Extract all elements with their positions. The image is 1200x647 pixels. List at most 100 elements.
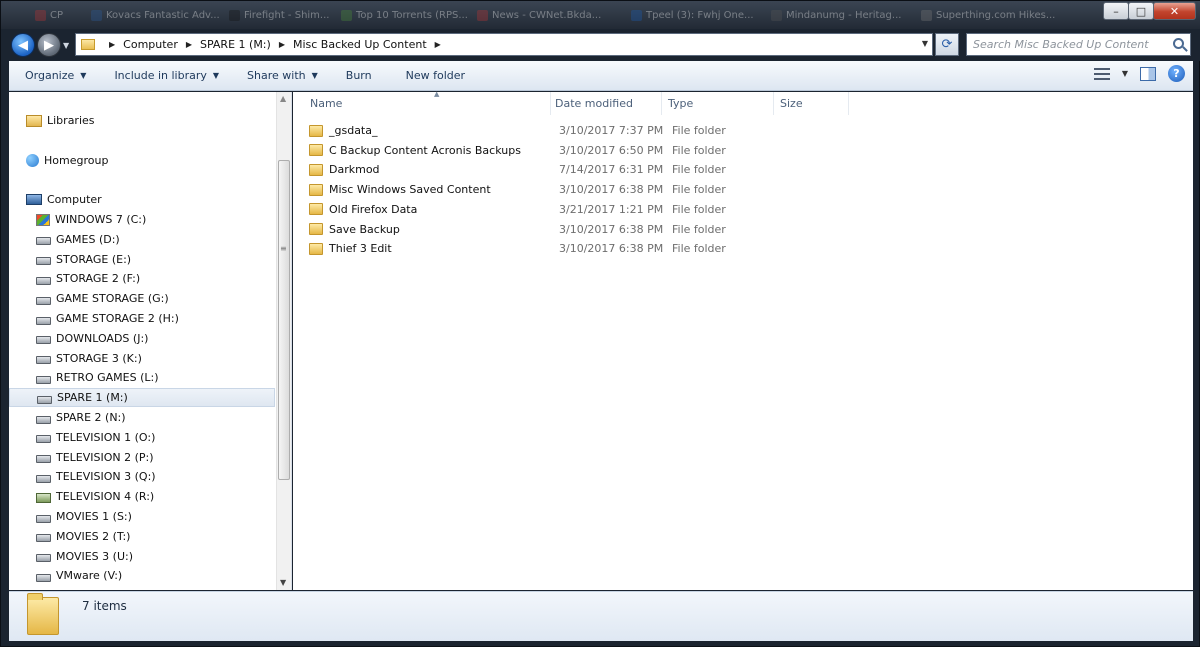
sidebar-item-drive[interactable]: GAMES (D:) — [36, 230, 120, 249]
column-header-name[interactable]: Name ▲ — [304, 90, 551, 115]
background-tab-label: Firefight - Shim... — [244, 9, 330, 21]
sidebar-item-drive[interactable]: VMware (V:) — [36, 566, 122, 585]
sidebar-item-drive[interactable]: WINDOWS 7 (C:) — [36, 210, 146, 229]
change-view-icon[interactable] — [1093, 67, 1110, 80]
drive-icon — [36, 296, 51, 305]
column-label: Name — [310, 97, 343, 110]
search-input[interactable] — [973, 38, 1163, 51]
file-date: 3/10/2017 6:38 PM — [559, 242, 664, 256]
folder-icon — [309, 124, 323, 137]
file-type: File folder — [672, 143, 726, 157]
recent-pages-chevron-icon[interactable]: ▼ — [63, 41, 69, 50]
folder-icon — [309, 223, 323, 235]
sidebar-item-drive[interactable]: TELEVISION 1 (O:) — [36, 428, 155, 447]
breadcrumb-chevron-icon[interactable]: ▶ — [186, 40, 192, 49]
drive-icon — [36, 316, 51, 325]
sidebar-item-drive[interactable]: STORAGE (E:) — [36, 250, 131, 269]
list-item[interactable]: Save Backup 3/10/2017 6:38 PM File folder — [309, 220, 869, 239]
file-name: _gsdata_ — [329, 124, 378, 137]
sidebar-item-drive[interactable]: TELEVISION 4 (R:) — [36, 487, 154, 506]
background-tab-label: Superthing.com Hikes... — [936, 9, 1056, 21]
sidebar-item-drive[interactable]: DOWNLOADS (J:) — [36, 329, 148, 348]
new-folder-button[interactable]: New folder — [398, 65, 473, 87]
caption-buttons: – □ ✕ — [1103, 2, 1196, 20]
sidebar-item-drive[interactable]: MOVIES 2 (T:) — [36, 527, 130, 546]
file-type: File folder — [672, 242, 726, 256]
sidebar-item-label: STORAGE 2 (F:) — [56, 272, 141, 286]
forward-button[interactable]: ▶ — [37, 33, 61, 57]
column-header-type[interactable]: Type — [662, 92, 774, 115]
details-pane: 7 items — [9, 591, 1193, 641]
sidebar-item-computer[interactable]: Computer — [26, 190, 102, 209]
list-item[interactable]: C Backup Content Acronis Backups 3/10/201… — [309, 141, 869, 160]
list-item[interactable]: _gsdata_ 3/10/2017 7:37 PM File folder — [309, 121, 869, 140]
minimize-button[interactable]: – — [1103, 2, 1129, 20]
tab-favicon-icon — [771, 9, 782, 21]
views-chevron-icon[interactable]: ▼ — [1122, 69, 1128, 78]
sidebar-item-label: SPARE 1 (M:) — [57, 391, 128, 405]
background-tab: CP — [35, 7, 85, 23]
breadcrumb-label: Computer — [123, 38, 178, 51]
breadcrumb-chevron-icon[interactable]: ▶ — [109, 40, 115, 49]
sidebar-item-label: RETRO GAMES (L:) — [56, 371, 159, 385]
sidebar-item-homegroup[interactable]: Homegroup — [26, 151, 108, 170]
breadcrumb-chevron-icon[interactable]: ▶ — [279, 40, 285, 49]
close-button[interactable]: ✕ — [1153, 2, 1196, 20]
sidebar-item-libraries[interactable]: Libraries — [26, 111, 95, 130]
sidebar-item-drive[interactable]: STORAGE 2 (F:) — [36, 269, 140, 288]
sidebar-item-drive[interactable]: GAME STORAGE 2 (H:) — [36, 309, 179, 328]
column-label: Date modified — [555, 97, 633, 110]
file-date: 7/14/2017 6:31 PM — [559, 163, 664, 177]
command-bar: Organize ▼ Include in library ▼ Share with… — [9, 61, 1193, 91]
sidebar-item-label: TELEVISION 2 (P:) — [56, 450, 154, 464]
scroll-thumb[interactable] — [278, 160, 290, 480]
drive-icon — [36, 554, 51, 563]
breadcrumb-item[interactable]: Computer ▶ — [123, 38, 200, 51]
sidebar-item-drive[interactable]: TELEVISION 3 (Q:) — [36, 467, 156, 486]
drive-icon — [36, 336, 51, 345]
file-name: Save Backup — [329, 222, 400, 236]
column-header-date[interactable]: Date modified — [549, 92, 662, 115]
organize-button[interactable]: Organize ▼ — [17, 65, 94, 87]
column-header-size[interactable]: Size — [774, 92, 849, 115]
refresh-button[interactable]: ⟳ — [935, 33, 959, 56]
windows-drive-icon — [36, 213, 50, 226]
tab-favicon-icon — [631, 9, 642, 21]
list-item[interactable]: Old Firefox Data 3/21/2017 1:21 PM File fo… — [309, 200, 869, 219]
libraries-icon — [26, 114, 42, 127]
sidebar-item-drive[interactable]: MOVIES 3 (U:) — [36, 547, 133, 566]
scroll-down-icon[interactable]: ▼ — [280, 578, 286, 587]
list-item[interactable]: Misc Windows Saved Content 3/10/2017 6:38… — [309, 180, 869, 199]
include-in-library-button[interactable]: Include in library ▼ — [106, 65, 227, 87]
breadcrumb-item[interactable]: SPARE 1 (M:) ▶ — [200, 38, 293, 51]
list-item[interactable]: Thief 3 Edit 3/10/2017 6:38 PM File folder — [309, 239, 869, 258]
column-label: Size — [780, 97, 803, 110]
back-button[interactable]: ◀ — [11, 33, 35, 57]
background-tab-label: Mindanumg - Heritag... — [786, 9, 902, 21]
file-date: 3/10/2017 6:50 PM — [559, 143, 664, 157]
sidebar-item-drive[interactable]: MOVIES 1 (S:) — [36, 507, 132, 526]
breadcrumb-chevron-icon[interactable]: ▶ — [435, 40, 441, 49]
sidebar-item-drive[interactable]: TELEVISION 2 (P:) — [36, 448, 154, 467]
address-dropdown-chevron-icon[interactable]: ▼ — [922, 39, 928, 48]
scroll-up-icon[interactable]: ▲ — [280, 94, 286, 103]
sidebar-item-drive[interactable]: RETRO GAMES (L:) — [36, 368, 159, 387]
nav-scrollbar[interactable]: ▲ ≡ ▼ — [276, 92, 291, 590]
share-with-button[interactable]: Share with ▼ — [239, 65, 326, 87]
sidebar-item-drive[interactable]: GAME STORAGE (G:) — [36, 289, 169, 308]
list-item[interactable]: Darkmod 7/14/2017 6:31 PM File folder — [309, 160, 869, 179]
sidebar-item-label: TELEVISION 4 (R:) — [56, 490, 155, 504]
search-box[interactable] — [966, 33, 1191, 56]
sidebar-item-drive[interactable]: SPARE 1 (M:) — [9, 388, 275, 408]
burn-button[interactable]: Burn — [338, 65, 380, 87]
sidebar-item-drive[interactable]: SPARE 2 (N:) — [36, 408, 126, 427]
maximize-button[interactable]: □ — [1128, 2, 1154, 20]
help-icon[interactable]: ? — [1168, 65, 1185, 82]
breadcrumb-item[interactable]: Misc Backed Up Content ▶ — [293, 38, 449, 51]
address-bar[interactable]: ▶ Computer ▶ SPARE 1 (M:) ▶ Misc Backed Up Co… — [75, 33, 933, 56]
file-list-pane: Name ▲ Date modified Type Size _gsdata_ 3… — [293, 90, 1193, 590]
sidebar-item-drive[interactable]: STORAGE 3 (K:) — [36, 349, 142, 368]
sidebar-item-label: MOVIES 1 (S:) — [56, 510, 132, 523]
preview-pane-icon[interactable] — [1140, 66, 1156, 81]
search-icon[interactable] — [1173, 38, 1184, 49]
